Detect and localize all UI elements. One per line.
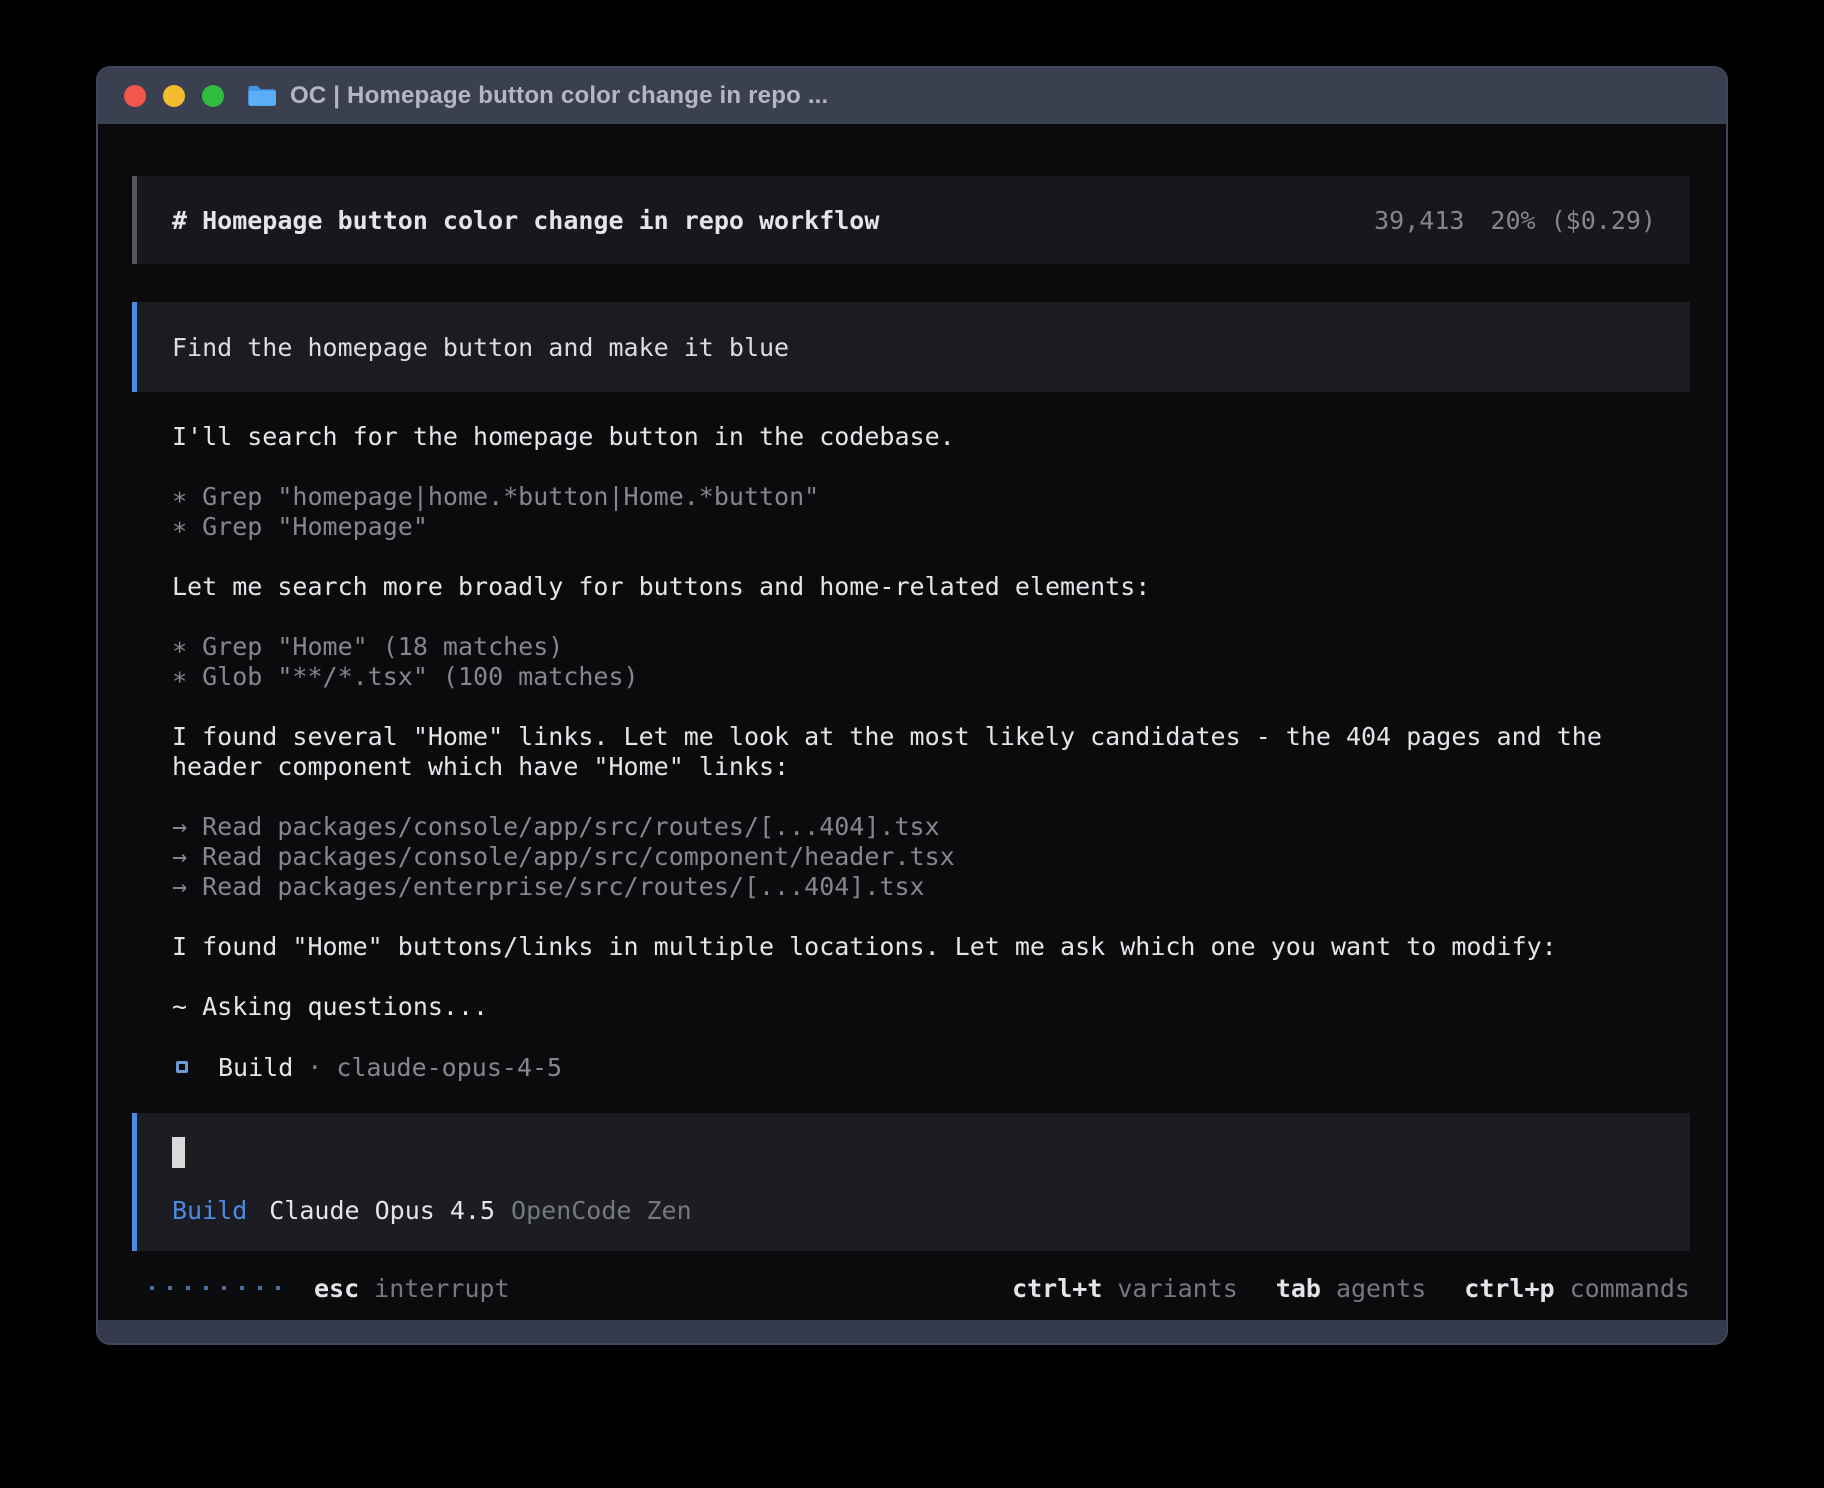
spinner-dot: [150, 1286, 154, 1290]
chat-paragraph: → Read packages/console/app/src/routes/[…: [172, 812, 1690, 902]
shortcut-commands: ctrl+p commands: [1464, 1274, 1690, 1303]
agent-icon: [176, 1061, 188, 1073]
terminal-content: # Homepage button color change in repo w…: [98, 124, 1726, 1320]
zoom-button[interactable]: [202, 85, 224, 107]
spinner-dot: [168, 1286, 172, 1290]
spinner-dot: [240, 1286, 244, 1290]
chat-paragraph: I'll search for the homepage button in t…: [172, 422, 1690, 452]
chat-line: ~ Asking questions...: [172, 992, 1690, 1022]
agent-model: claude-opus-4-5: [336, 1053, 562, 1082]
window-controls: [124, 85, 224, 107]
chat-line: I'll search for the homepage button in t…: [172, 422, 1690, 452]
session-header: # Homepage button color change in repo w…: [132, 176, 1690, 264]
shortcut-key: ctrl+t: [1012, 1274, 1102, 1303]
chat-paragraph: I found "Home" buttons/links in multiple…: [172, 932, 1690, 962]
interrupt-hint: esc interrupt: [314, 1274, 510, 1303]
chat-transcript: I'll search for the homepage button in t…: [172, 392, 1690, 1082]
chat-paragraph: ∗ Grep "homepage|home.*button|Home.*butt…: [172, 482, 1690, 542]
shortcut-variants: ctrl+t variants: [1012, 1274, 1238, 1303]
agent-separator: ·: [307, 1053, 322, 1082]
agent-status-line: Build · claude-opus-4-5: [172, 1052, 1690, 1082]
agent-name: Build: [218, 1053, 293, 1082]
spinner-dot: [258, 1286, 262, 1290]
session-stats: 39,413 20% ($0.29): [1374, 206, 1656, 235]
shortcut-agents: tab agents: [1276, 1274, 1426, 1303]
model-line: Build Claude Opus 4.5 OpenCode Zen: [172, 1196, 1656, 1225]
close-button[interactable]: [124, 85, 146, 107]
chat-line: I found several "Home" links. Let me loo…: [172, 722, 1690, 752]
shortcut-label: commands: [1570, 1274, 1690, 1303]
chat-line: ∗ Grep "Homepage": [172, 512, 1690, 542]
user-message: Find the homepage button and make it blu…: [132, 302, 1690, 392]
spinner-dot: [186, 1286, 190, 1290]
shortcut-key: ctrl+p: [1464, 1274, 1554, 1303]
interrupt-key: esc: [314, 1274, 359, 1303]
shortcut-hints: ctrl+t variants tab agents ctrl+p commands: [1012, 1274, 1690, 1303]
window-bottom-strip: [98, 1320, 1726, 1343]
shortcut-label: agents: [1336, 1274, 1426, 1303]
prompt-input[interactable]: Build Claude Opus 4.5 OpenCode Zen: [132, 1113, 1690, 1251]
spinner-dot: [204, 1286, 208, 1290]
minimize-button[interactable]: [163, 85, 185, 107]
chat-line: ∗ Grep "Home" (18 matches): [172, 632, 1690, 662]
chat-line: → Read packages/console/app/src/routes/[…: [172, 812, 1690, 842]
interrupt-label: interrupt: [374, 1274, 509, 1303]
token-count: 39,413: [1374, 206, 1464, 235]
chat-paragraph: ~ Asking questions...: [172, 992, 1690, 1022]
chat-line: I found "Home" buttons/links in multiple…: [172, 932, 1690, 962]
text-cursor: [172, 1137, 185, 1168]
session-title: # Homepage button color change in repo w…: [172, 206, 879, 235]
spinner-dot: [276, 1286, 280, 1290]
title-bar[interactable]: OC | Homepage button color change in rep…: [98, 68, 1726, 124]
user-message-text: Find the homepage button and make it blu…: [172, 333, 789, 362]
terminal-window: OC | Homepage button color change in rep…: [96, 66, 1728, 1345]
chat-blocks: I'll search for the homepage button in t…: [172, 422, 1690, 1022]
chat-line: header component which have "Home" links…: [172, 752, 1690, 782]
chat-line: ∗ Grep "homepage|home.*button|Home.*butt…: [172, 482, 1690, 512]
chat-paragraph: Let me search more broadly for buttons a…: [172, 572, 1690, 602]
chat-line: → Read packages/enterprise/src/routes/[.…: [172, 872, 1690, 902]
input-model-label[interactable]: Claude Opus 4.5: [269, 1196, 495, 1225]
input-provider-label: OpenCode Zen: [511, 1196, 692, 1225]
folder-icon: [246, 83, 278, 109]
shortcut-key: tab: [1276, 1274, 1321, 1303]
chat-paragraph: I found several "Home" links. Let me loo…: [172, 722, 1690, 782]
status-bar: esc interrupt ctrl+tvariantstabagentsctr…: [132, 1273, 1690, 1303]
spinner-dots: [150, 1286, 280, 1290]
chat-line: ∗ Glob "**/*.tsx" (100 matches): [172, 662, 1690, 692]
spinner-dot: [222, 1286, 226, 1290]
chat-paragraph: ∗ Grep "Home" (18 matches)∗ Glob "**/*.t…: [172, 632, 1690, 692]
chat-line: → Read packages/console/app/src/componen…: [172, 842, 1690, 872]
context-cost: 20% ($0.29): [1490, 206, 1656, 235]
chat-line: Let me search more broadly for buttons a…: [172, 572, 1690, 602]
window-title: OC | Homepage button color change in rep…: [290, 82, 828, 110]
input-agent-label[interactable]: Build: [172, 1196, 247, 1225]
shortcut-label: variants: [1117, 1274, 1237, 1303]
